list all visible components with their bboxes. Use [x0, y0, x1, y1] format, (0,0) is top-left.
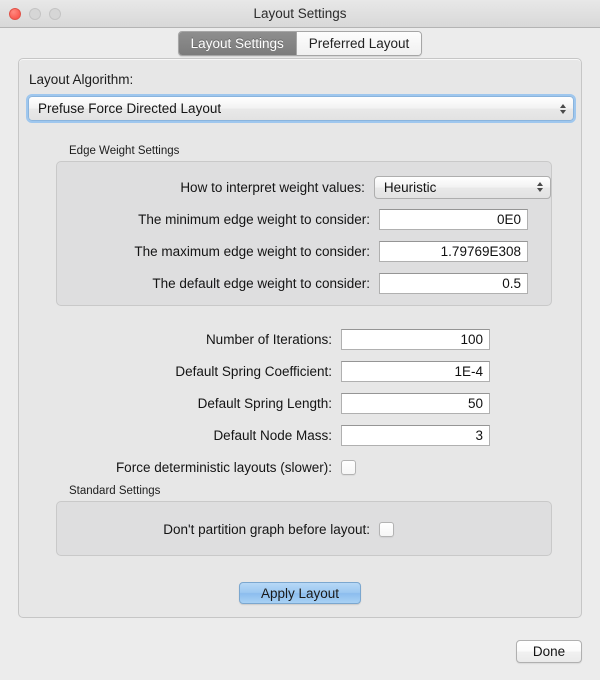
tab-content-panel: Layout Algorithm: Prefuse Force Directed…	[18, 58, 582, 618]
force-deterministic-layouts-label: Force deterministic layouts (slower):	[115, 459, 332, 475]
row-number-of-iterations: Number of Iterations: 100	[19, 327, 581, 351]
layout-algorithm-value: Prefuse Force Directed Layout	[38, 101, 222, 116]
default-spring-length-label: Default Spring Length:	[197, 395, 332, 411]
interpret-weight-values-select[interactable]: Heuristic	[373, 175, 551, 199]
row-dont-partition-graph: Don't partition graph before layout:	[57, 517, 551, 541]
interpret-weight-values-value: Heuristic	[383, 179, 437, 195]
layout-algorithm-label: Layout Algorithm:	[29, 72, 134, 87]
default-node-mass-input[interactable]: 3	[341, 424, 490, 446]
default-spring-coefficient-label: Default Spring Coefficient:	[175, 363, 332, 379]
zoom-button[interactable]	[49, 7, 61, 20]
edge-weight-group-title: Edge Weight Settings	[69, 145, 180, 157]
window-controls	[9, 7, 61, 20]
default-edge-weight-label: The default edge weight to consider:	[152, 275, 370, 291]
minimize-button[interactable]	[29, 7, 41, 20]
tab-preferred-layout[interactable]: Preferred Layout	[295, 32, 422, 55]
maximum-edge-weight-input[interactable]: 1.79769E308	[379, 240, 528, 262]
window-title: Layout Settings	[253, 6, 347, 21]
default-spring-length-input[interactable]: 50	[341, 392, 490, 414]
layout-algorithm-select[interactable]: Prefuse Force Directed Layout	[26, 94, 576, 123]
row-default-node-mass: Default Node Mass: 3	[19, 423, 581, 447]
dont-partition-graph-label: Don't partition graph before layout:	[163, 521, 370, 537]
chevron-updown-icon	[560, 103, 566, 114]
default-node-mass-label: Default Node Mass:	[213, 427, 332, 443]
title-bar: Layout Settings	[0, 0, 600, 28]
chevron-updown-icon	[537, 182, 543, 192]
apply-layout-button[interactable]: Apply Layout	[239, 582, 361, 604]
row-minimum-edge-weight: The minimum edge weight to consider: 0E0	[57, 207, 551, 231]
close-button[interactable]	[9, 7, 21, 20]
minimum-edge-weight-label: The minimum edge weight to consider:	[138, 211, 370, 227]
force-deterministic-layouts-checkbox[interactable]	[341, 459, 356, 475]
row-interpret-weight-values: How to interpret weight values: Heuristi…	[57, 175, 551, 199]
standard-settings-group-title: Standard Settings	[69, 485, 161, 497]
tab-layout-settings-label: Layout Settings	[190, 36, 284, 51]
tab-bar: Layout Settings Preferred Layout	[0, 28, 600, 62]
row-force-deterministic-layouts: Force deterministic layouts (slower):	[19, 455, 581, 479]
dont-partition-graph-checkbox[interactable]	[379, 521, 394, 537]
number-of-iterations-input[interactable]: 100	[341, 328, 490, 350]
done-button[interactable]: Done	[516, 640, 582, 663]
row-maximum-edge-weight: The maximum edge weight to consider: 1.7…	[57, 239, 551, 263]
default-edge-weight-input[interactable]: 0.5	[379, 272, 528, 294]
tab-layout-settings[interactable]: Layout Settings	[178, 32, 296, 55]
maximum-edge-weight-label: The maximum edge weight to consider:	[134, 243, 370, 259]
interpret-weight-values-label: How to interpret weight values:	[180, 179, 365, 195]
number-of-iterations-label: Number of Iterations:	[205, 331, 332, 347]
row-default-spring-length: Default Spring Length: 50	[19, 391, 581, 415]
row-default-edge-weight: The default edge weight to consider: 0.5	[57, 271, 551, 295]
tab-preferred-layout-label: Preferred Layout	[308, 36, 410, 51]
default-spring-coefficient-input[interactable]: 1E-4	[341, 360, 490, 382]
row-default-spring-coefficient: Default Spring Coefficient: 1E-4	[19, 359, 581, 383]
edge-weight-group: How to interpret weight values: Heuristi…	[56, 161, 552, 306]
minimum-edge-weight-input[interactable]: 0E0	[379, 208, 528, 230]
standard-settings-group: Don't partition graph before layout:	[56, 501, 552, 556]
layout-settings-window: Layout Settings Layout Settings Preferre…	[0, 0, 600, 680]
